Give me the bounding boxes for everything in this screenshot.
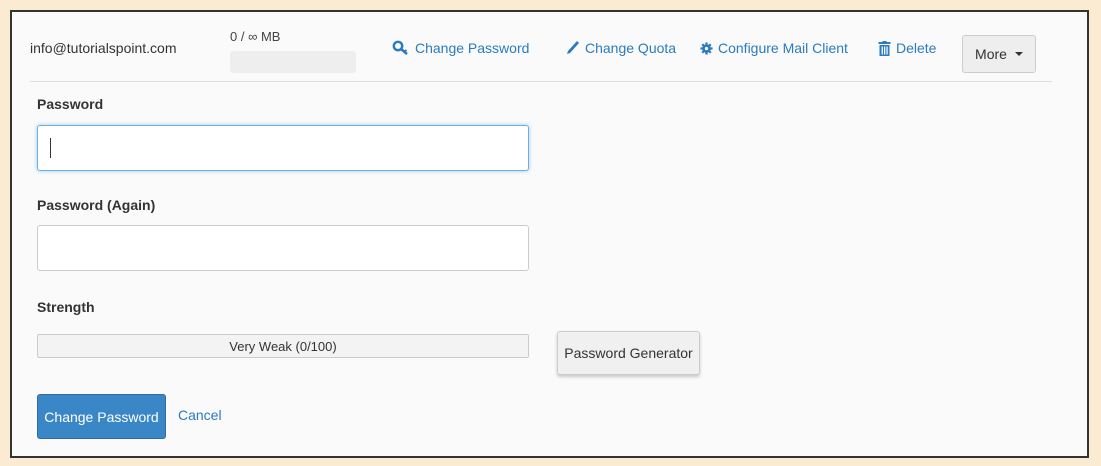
configure-mail-client-link-label: Configure Mail Client [718, 40, 848, 56]
caret-down-icon [1014, 52, 1023, 56]
password-generator-button[interactable]: Password Generator [557, 331, 700, 375]
submit-button-label: Change Password [44, 408, 159, 425]
gear-icon [700, 41, 713, 55]
password-again-input[interactable] [37, 225, 529, 271]
change-password-link-label: Change Password [415, 40, 530, 56]
configure-mail-client-link[interactable]: Configure Mail Client [700, 40, 848, 56]
quota-usage-text: 0 / ∞ MB [230, 29, 281, 44]
password-generator-label: Password Generator [564, 345, 693, 361]
account-email: info@tutorialspoint.com [30, 40, 177, 56]
text-cursor [50, 138, 51, 158]
change-quota-link[interactable]: Change Quota [566, 40, 676, 56]
delete-link[interactable]: Delete [878, 40, 936, 56]
trash-icon [878, 40, 891, 56]
more-button-label: More [975, 46, 1007, 62]
strength-label: Strength [37, 299, 95, 315]
more-dropdown-button[interactable]: More [962, 35, 1036, 73]
cancel-link[interactable]: Cancel [178, 407, 222, 423]
password-again-label: Password (Again) [37, 197, 156, 213]
email-account-panel: info@tutorialspoint.com 0 / ∞ MB Change … [10, 10, 1089, 458]
key-search-icon [392, 40, 410, 56]
delete-link-label: Delete [896, 40, 937, 56]
password-strength-text: Very Weak (0/100) [229, 338, 337, 354]
change-password-link[interactable]: Change Password [392, 40, 529, 56]
submit-change-password-button[interactable]: Change Password [37, 394, 166, 439]
quota-usage-bar [230, 51, 356, 73]
change-quota-link-label: Change Quota [585, 40, 677, 56]
pencil-icon [566, 40, 580, 56]
password-input[interactable] [37, 125, 529, 171]
password-label: Password [37, 96, 104, 112]
password-strength-meter: Very Weak (0/100) [37, 334, 529, 358]
account-row: info@tutorialspoint.com 0 / ∞ MB Change … [30, 29, 1052, 82]
